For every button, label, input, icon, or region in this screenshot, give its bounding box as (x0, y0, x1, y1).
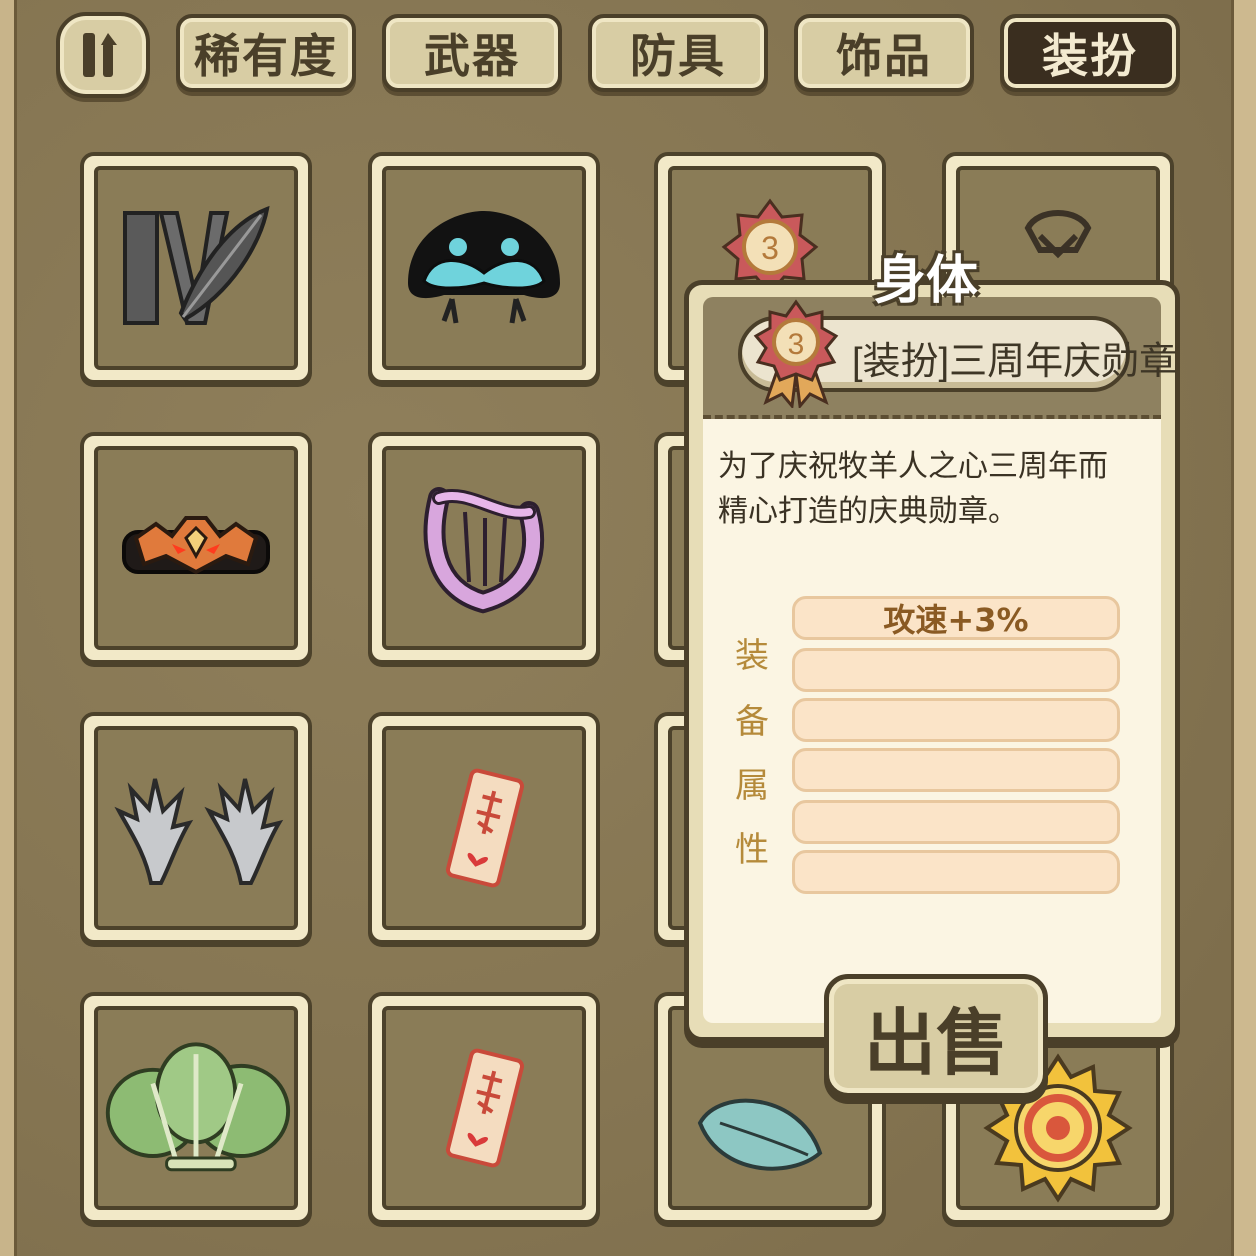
item-slot[interactable] (368, 712, 600, 944)
attribute-row (792, 850, 1120, 894)
attr-label-char: 性 (735, 830, 769, 870)
tab-costume[interactable]: 装扮 (1000, 14, 1180, 92)
equip-slot-label: 身体 (874, 251, 979, 311)
sort-toggle-icon (83, 33, 117, 77)
attr-label-char: 属 (735, 766, 769, 806)
attribute-row (792, 800, 1120, 844)
tab-armor[interactable]: 防具 (588, 14, 768, 92)
attribute-row (792, 648, 1120, 692)
item-description: 为了庆祝牧羊人之心三周年而 精心打造的庆典勋章。 (718, 444, 1138, 534)
attr-label-char: 装 (735, 636, 769, 676)
attribute-row (792, 698, 1120, 742)
item-slot[interactable] (80, 432, 312, 664)
attr-label-char: 备 (735, 702, 769, 742)
black-blob-creature-icon (408, 211, 560, 324)
svg-text:3: 3 (761, 230, 779, 266)
left-frame-border (0, 0, 17, 1256)
description-line: 为了庆祝牧羊人之心三周年而 (718, 449, 1108, 484)
anniversary-medal-icon: 3 (753, 299, 839, 408)
tab-weapon[interactable]: 武器 (382, 14, 562, 92)
red-talisman-icon (445, 1048, 525, 1168)
item-name: [装扮]三周年庆勋章 (852, 341, 1178, 383)
item-slot[interactable] (368, 152, 600, 384)
description-line: 精心打造的庆典勋章。 (718, 494, 1018, 529)
blue-leaf-icon (697, 1098, 823, 1171)
sell-button[interactable]: 出售 (824, 974, 1048, 1098)
item-slot[interactable] (80, 152, 312, 384)
right-frame-border (1231, 0, 1256, 1256)
red-talisman-icon (445, 768, 525, 888)
item-slot[interactable] (368, 432, 600, 664)
item-slot[interactable] (368, 992, 600, 1224)
silver-claws-icon (114, 778, 284, 885)
tab-rarity[interactable]: 稀有度 (176, 14, 356, 92)
pink-lyre-icon (423, 487, 545, 614)
item-slot[interactable] (80, 992, 312, 1224)
attribute-row: 攻速+3% (792, 596, 1120, 640)
item-slot[interactable] (80, 712, 312, 944)
sort-toggle-button[interactable] (56, 12, 150, 98)
medal-number: 3 (788, 328, 805, 361)
feather-tier-iv-icon (123, 205, 270, 325)
tab-accessory[interactable]: 饰品 (794, 14, 974, 92)
demon-crown-icon (122, 516, 270, 575)
cabbage-icon (105, 1042, 291, 1172)
attribute-row (792, 748, 1120, 792)
